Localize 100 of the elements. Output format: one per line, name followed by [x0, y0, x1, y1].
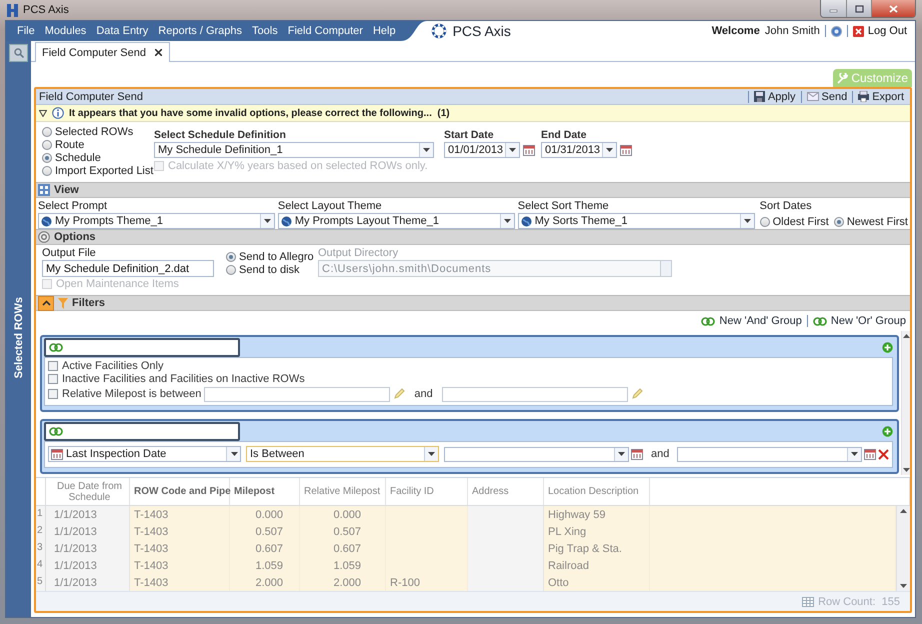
field-dropdown[interactable]: Last Inspection Date — [48, 446, 241, 462]
field-label: Output File — [42, 247, 97, 260]
group-link[interactable]: New 'Or' Group — [812, 315, 906, 327]
column-header[interactable]: Due Date from Schedule — [46, 478, 130, 505]
globe-icon — [280, 216, 292, 226]
close-icon — [889, 4, 898, 12]
table-cell: T-1403 — [130, 540, 230, 557]
toolbar-button[interactable]: Apply — [752, 90, 796, 102]
wrench-icon — [837, 72, 848, 84]
caret-icon — [428, 452, 435, 456]
theme-dropdown[interactable]: My Prompts Layout Theme_1 — [278, 213, 515, 229]
radio-button[interactable] — [834, 216, 844, 226]
radio-button[interactable] — [226, 264, 236, 274]
filter-icon — [58, 298, 68, 308]
maximize-icon — [854, 4, 864, 12]
value-field[interactable] — [442, 386, 628, 402]
add-icon[interactable] — [882, 342, 894, 353]
table-cell: T-1403 — [130, 574, 230, 591]
date-value-dropdown[interactable] — [677, 446, 862, 462]
sidebar-label[interactable]: Selected ROWs — [12, 297, 24, 378]
toolbar-button[interactable]: Export — [857, 90, 905, 102]
close-icon[interactable] — [154, 49, 162, 56]
column-header[interactable]: Facility ID — [386, 478, 468, 505]
radio-button[interactable] — [42, 166, 52, 176]
calendar-icon[interactable] — [620, 144, 632, 156]
radio-button[interactable] — [42, 152, 52, 162]
checkbox[interactable] — [48, 360, 58, 370]
column-header[interactable]: Milepost — [230, 478, 300, 505]
collapse-icon[interactable] — [39, 110, 47, 116]
radio-button[interactable] — [42, 140, 52, 150]
add-icon[interactable] — [882, 426, 894, 437]
globe-icon — [41, 216, 52, 226]
menu-item[interactable]: Modules — [40, 25, 92, 37]
radio-option[interactable]: Newest First — [834, 215, 908, 228]
scrollbar[interactable] — [896, 506, 910, 591]
radio-option[interactable]: Route — [42, 138, 154, 151]
search-button[interactable] — [9, 44, 28, 62]
column-header[interactable]: Address — [468, 478, 544, 505]
menu-item[interactable]: Help — [368, 25, 401, 37]
radio-option[interactable]: Send to Allegro — [226, 250, 318, 263]
caret-icon — [606, 148, 613, 152]
pencil-icon[interactable] — [630, 388, 643, 400]
scrollbar[interactable] — [901, 331, 910, 475]
theme-dropdown[interactable]: My Prompts Theme_1 — [38, 213, 275, 229]
table-cell: T-1403 — [130, 506, 230, 523]
delete-icon[interactable] — [878, 448, 890, 460]
logout-link[interactable]: Log Out — [852, 25, 907, 37]
column-header[interactable]: ROW Code and Pipe — [130, 478, 230, 505]
window-title: PCS Axis — [23, 4, 69, 16]
chevron-up-icon — [42, 300, 50, 306]
menu-item[interactable]: Reports / Graphs — [153, 25, 248, 37]
radio-option[interactable]: Send to disk — [226, 263, 318, 276]
menu-item[interactable]: Data Entry — [91, 25, 154, 37]
pencil-icon[interactable] — [393, 388, 406, 400]
calendar-icon[interactable] — [631, 448, 643, 460]
row-number: 2 — [36, 523, 46, 540]
table-cell: 2.000 — [300, 574, 386, 591]
menu-item[interactable]: File — [12, 25, 40, 37]
collapse-button[interactable] — [38, 296, 54, 310]
radio-button[interactable] — [760, 216, 770, 226]
menu-item[interactable]: Field Computer — [282, 25, 368, 37]
column-header[interactable]: Relative Milepost — [300, 478, 386, 505]
group-name-field[interactable] — [44, 338, 240, 357]
maximize-button[interactable] — [846, 0, 871, 17]
row-count: Row Count: 155 — [818, 596, 900, 608]
group-link[interactable]: New 'And' Group — [701, 315, 802, 327]
radio-button[interactable] — [42, 126, 52, 136]
table-cell: Otto — [544, 574, 650, 591]
radio-option[interactable]: Oldest First — [760, 215, 829, 228]
scroll-down-icon — [902, 468, 910, 472]
date-value-dropdown[interactable] — [444, 446, 629, 462]
field-label: Select Sort Theme — [518, 200, 610, 213]
checkbox[interactable] — [48, 374, 58, 384]
tab[interactable]: Field Computer Send — [35, 42, 170, 62]
theme-dropdown[interactable]: My Sorts Theme_1 — [518, 213, 755, 229]
envelope-icon — [806, 92, 818, 101]
caret-icon — [851, 452, 858, 456]
radio-button[interactable] — [226, 252, 236, 262]
group-name-field[interactable] — [44, 422, 240, 441]
date-field[interactable]: 01/01/2013 — [444, 142, 520, 158]
radio-option[interactable]: Schedule — [42, 151, 154, 164]
operator-dropdown[interactable]: Is Between — [246, 446, 439, 462]
column-header[interactable]: Location Description — [544, 478, 650, 505]
radio-option[interactable]: Import Exported List — [42, 164, 154, 177]
value-field[interactable] — [204, 386, 390, 402]
toolbar-button[interactable]: Send — [806, 90, 848, 102]
calendar-icon[interactable] — [523, 144, 535, 156]
close-button[interactable] — [871, 0, 915, 17]
output-file-field[interactable]: My Schedule Definition_2.dat — [42, 260, 214, 277]
calendar-icon[interactable] — [864, 448, 876, 460]
schedule-dropdown[interactable]: My Schedule Definition_1 — [154, 142, 434, 158]
checkbox[interactable] — [48, 389, 58, 399]
table-cell: R-100 — [386, 574, 468, 591]
date-field[interactable]: 01/31/2013 — [541, 142, 617, 158]
checkbox-label: Active Facilities Only — [62, 360, 164, 372]
radio-option[interactable]: Selected ROWs — [42, 125, 154, 138]
help-icon[interactable] — [830, 26, 842, 36]
menu-item[interactable]: Tools — [247, 25, 283, 37]
user-name: John Smith — [764, 25, 820, 37]
field-label: Sort Dates — [760, 200, 813, 213]
